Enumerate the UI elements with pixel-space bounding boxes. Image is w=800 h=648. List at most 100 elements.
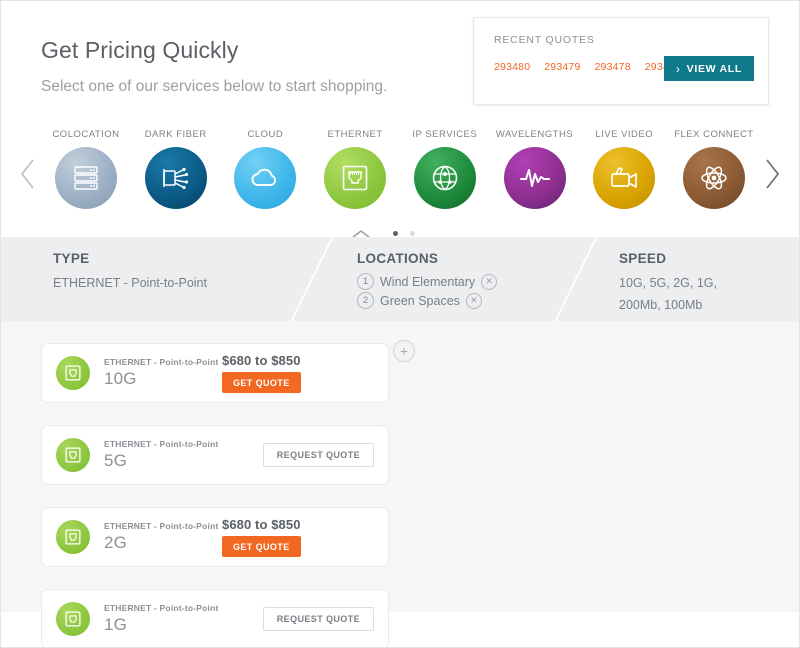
service-item-colocation[interactable]: COLOCATION: [45, 129, 127, 209]
video-camera-icon: [611, 167, 638, 188]
service-item-ethernet[interactable]: ETHERNET: [314, 129, 396, 209]
close-icon[interactable]: ✕: [481, 273, 498, 290]
fiber-connector-icon: [162, 167, 188, 190]
card-kicker: ETHERNET - Point-to-Point: [104, 357, 219, 367]
card-speed: 5G: [104, 451, 128, 470]
service-label: LIVE VIDEO: [595, 129, 654, 140]
carousel-pagination: [393, 231, 415, 236]
service-label: FLEX CONNECT: [674, 129, 754, 140]
recent-quotes-panel: RECENT QUOTES 293480 293479 293478 29347…: [473, 17, 769, 105]
waveform-icon: [519, 169, 550, 187]
service-item-live-video[interactable]: LIVE VIDEO: [583, 129, 665, 209]
view-all-button[interactable]: › VIEW ALL: [663, 56, 754, 81]
location-number: 2: [357, 292, 374, 309]
service-item-dark-fiber[interactable]: DARK FIBER: [135, 129, 217, 209]
recent-quotes-list: 293480 293479 293478 293477: [494, 61, 681, 73]
close-icon[interactable]: ✕: [465, 292, 482, 309]
card-price: $680 to $850: [222, 353, 301, 368]
card-info: ETHERNET - Point-to-Point 2G: [104, 521, 222, 553]
ethernet-jack-icon: [56, 520, 90, 554]
get-quote-button[interactable]: GET QUOTE: [222, 536, 301, 557]
cloud-icon: [251, 168, 277, 186]
card-action-area: REQUEST QUOTE: [222, 607, 374, 631]
service-icon-circle: [682, 147, 745, 209]
card-kicker: ETHERNET - Point-to-Point: [104, 439, 219, 449]
card-kicker: ETHERNET - Point-to-Point: [104, 521, 219, 531]
filter-speed-line1: 10G, 5G, 2G, 1G,: [619, 276, 717, 290]
card-info: ETHERNET - Point-to-Point 10G: [104, 357, 222, 389]
location-name: Wind Elementary: [380, 274, 476, 289]
quote-link[interactable]: 293479: [544, 61, 580, 73]
service-label: CLOUD: [247, 129, 284, 140]
card-action-area: $680 to $850 GET QUOTE: [222, 353, 374, 393]
request-quote-button[interactable]: REQUEST QUOTE: [262, 607, 374, 631]
plus-icon: +: [399, 343, 409, 359]
service-icon-circle: [503, 147, 566, 209]
filter-bar: TYPE ETHERNET - Point-to-Point LOCATIONS…: [1, 237, 799, 343]
get-quote-button[interactable]: GET QUOTE: [222, 372, 301, 393]
filter-divider: [554, 237, 598, 321]
service-icon-circle: [144, 147, 207, 209]
pricing-page: Get Pricing Quickly Select one of our se…: [0, 0, 800, 648]
location-number: 1: [357, 273, 374, 290]
card-kicker: ETHERNET - Point-to-Point: [104, 603, 219, 613]
quote-link[interactable]: 293478: [595, 61, 631, 73]
service-item-cloud[interactable]: CLOUD: [224, 129, 306, 209]
location-name: Green Spaces: [380, 293, 460, 308]
card-info: ETHERNET - Point-to-Point 1G: [104, 603, 222, 635]
server-rack-icon: [74, 166, 98, 190]
filter-locations-heading: LOCATIONS: [357, 251, 439, 266]
recent-quotes-label: RECENT QUOTES: [494, 34, 595, 46]
service-label: WAVELENGTHS: [495, 129, 574, 140]
filter-type-value: ETHERNET - Point-to-Point: [53, 276, 207, 290]
service-item-flex-connect[interactable]: FLEX CONNECT: [673, 129, 755, 209]
location-item[interactable]: 2 Green Spaces ✕: [357, 292, 497, 309]
filter-speed-heading: SPEED: [619, 251, 667, 266]
service-label: DARK FIBER: [144, 129, 207, 140]
ethernet-jack-icon: [56, 438, 90, 472]
card-action-area: $680 to $850 GET QUOTE: [222, 517, 374, 557]
product-card[interactable]: ETHERNET - Point-to-Point 1G REQUEST QUO…: [41, 589, 389, 647]
card-speed: 10G: [104, 369, 137, 388]
service-icon-circle: [413, 147, 476, 209]
results-grid: ETHERNET - Point-to-Point 10G $680 to $8…: [41, 343, 759, 647]
quote-link[interactable]: 293480: [494, 61, 530, 73]
card-speed: 2G: [104, 533, 128, 552]
ethernet-jack-icon: [56, 356, 90, 390]
service-carousel: COLOCATION DARK FIBER CLOUD ETHERNET IP …: [1, 129, 799, 237]
service-item-wavelengths[interactable]: WAVELENGTHS: [494, 129, 576, 209]
filter-speed-line2: 200Mb, 100Mb: [619, 297, 703, 312]
results-area: ETHERNET - Point-to-Point 10G $680 to $8…: [1, 321, 799, 647]
service-icon-circle: [324, 147, 387, 209]
ethernet-jack-icon: [56, 602, 90, 636]
service-item-ip-services[interactable]: IP SERVICES: [404, 129, 486, 209]
location-item[interactable]: 1 Wind Elementary ✕: [357, 273, 498, 290]
filter-type: TYPE ETHERNET - Point-to-Point: [53, 251, 207, 295]
page-title: Get Pricing Quickly: [41, 37, 239, 63]
globe-network-icon: [432, 165, 458, 191]
chevron-right-icon: ›: [675, 61, 681, 76]
service-label: COLOCATION: [52, 129, 120, 140]
pagination-dot[interactable]: [410, 231, 415, 236]
product-card[interactable]: ETHERNET - Point-to-Point 10G $680 to $8…: [41, 343, 389, 403]
card-price: $680 to $850: [222, 517, 301, 532]
page-header: Get Pricing Quickly Select one of our se…: [1, 1, 799, 129]
filter-speed: SPEED 10G, 5G, 2G, 1G, 200Mb, 100Mb: [619, 251, 717, 317]
filter-locations: LOCATIONS 1 Wind Elementary ✕ 2 Green Sp…: [357, 251, 498, 311]
card-speed: 1G: [104, 615, 128, 634]
carousel-next-arrow[interactable]: [761, 157, 783, 191]
service-icon-circle: [234, 147, 297, 209]
filter-type-heading: TYPE: [53, 251, 90, 266]
service-icon-circle: [593, 147, 656, 209]
request-quote-button[interactable]: REQUEST QUOTE: [262, 443, 374, 467]
page-subtitle: Select one of our services below to star…: [41, 78, 388, 95]
card-info: ETHERNET - Point-to-Point 5G: [104, 439, 222, 471]
carousel-prev-arrow[interactable]: [17, 157, 39, 191]
atom-icon: [701, 166, 727, 190]
add-filter-button[interactable]: +: [393, 340, 415, 362]
ethernet-jack-icon: [342, 165, 368, 191]
product-card[interactable]: ETHERNET - Point-to-Point 5G REQUEST QUO…: [41, 425, 389, 485]
service-label: IP SERVICES: [412, 129, 478, 140]
pagination-dot-active[interactable]: [393, 231, 398, 236]
product-card[interactable]: ETHERNET - Point-to-Point 2G $680 to $85…: [41, 507, 389, 567]
